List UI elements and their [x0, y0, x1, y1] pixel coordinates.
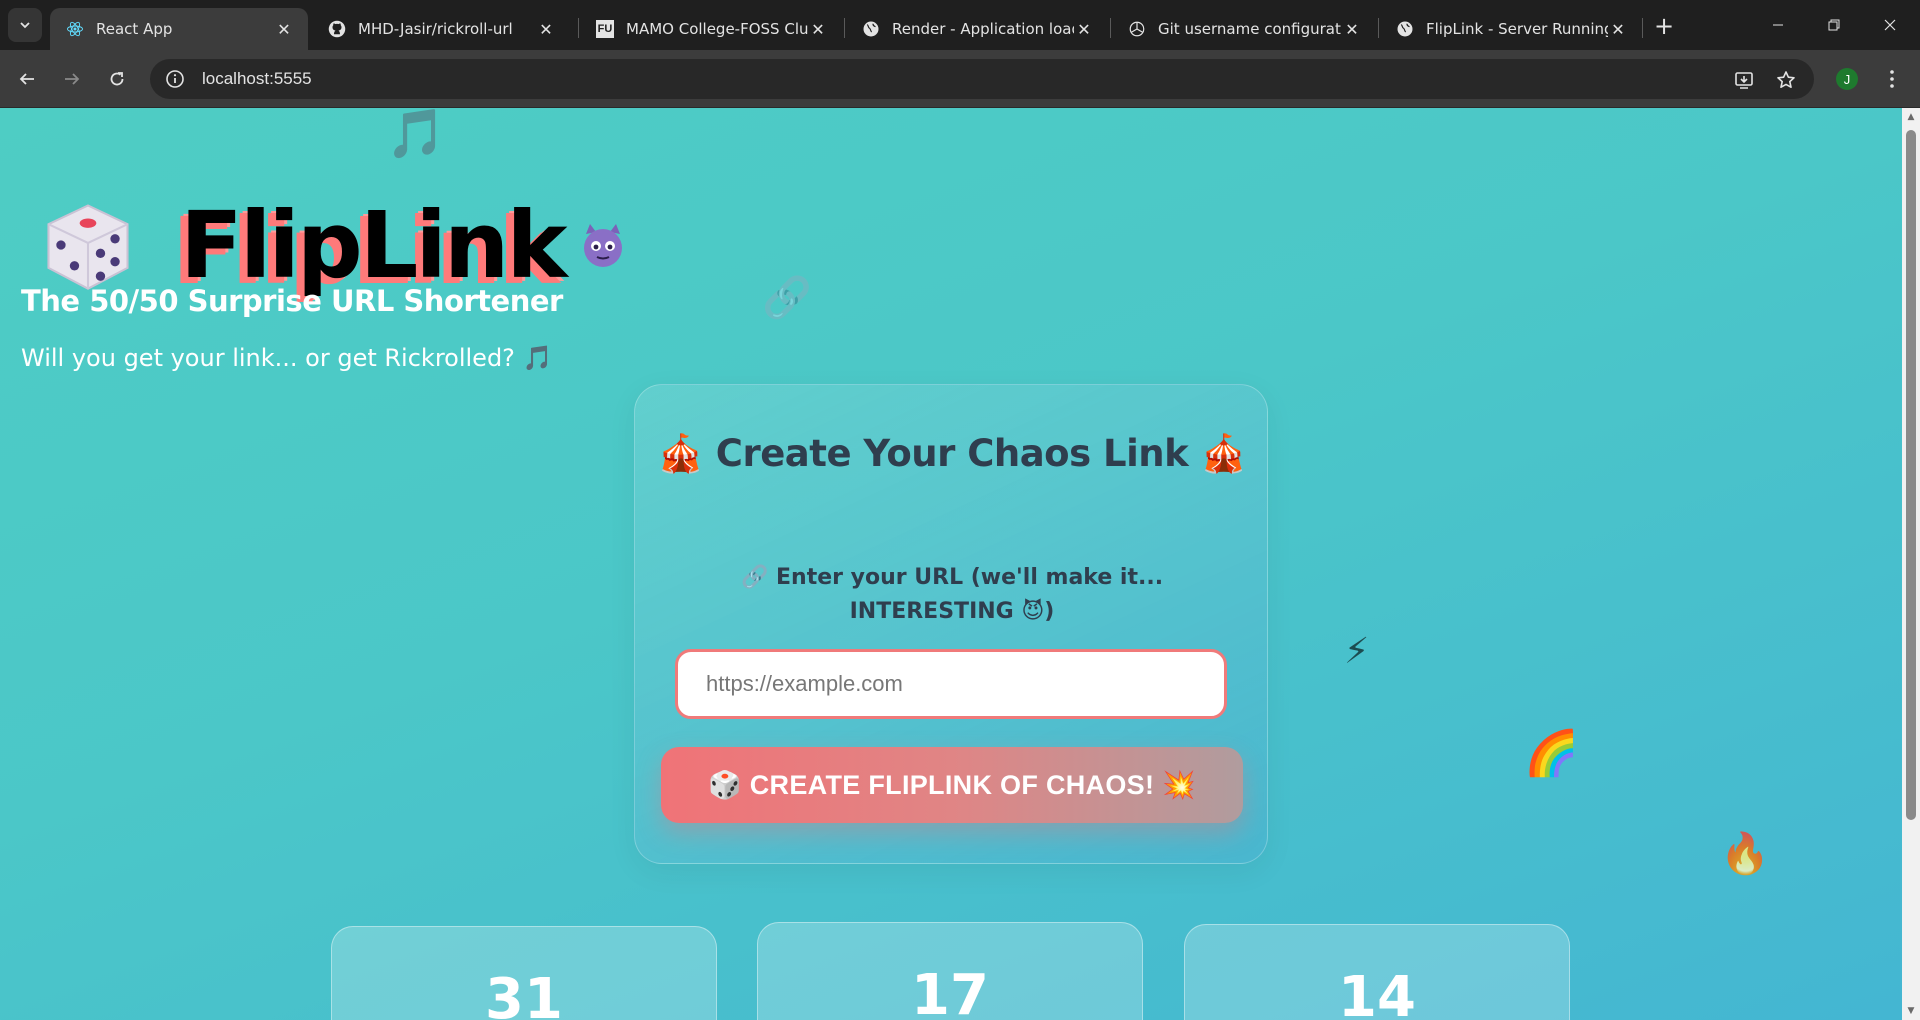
minimize-icon — [1773, 24, 1783, 26]
create-fliplink-button[interactable]: 🎲 CREATE FLIPLINK OF CHAOS! 💥 — [661, 747, 1243, 823]
tab-title: MHD-Jasir/rickroll-url — [358, 20, 513, 38]
tab-react-app[interactable]: React App ✕ — [50, 8, 308, 50]
dice-icon — [47, 204, 129, 290]
tab-separator — [1110, 18, 1111, 38]
browser-tab-strip: React App ✕ MHD-Jasir/rickroll-url ✕ FU … — [0, 0, 1920, 50]
close-window-button[interactable] — [1862, 0, 1918, 50]
stat-value: 31 — [485, 967, 563, 1020]
tab-search-button[interactable] — [8, 8, 42, 42]
openai-icon — [1128, 20, 1146, 38]
site-info-icon[interactable] — [164, 68, 186, 90]
url-input[interactable] — [675, 649, 1227, 719]
address-bar[interactable]: localhost:5555 — [150, 59, 1814, 99]
install-app-icon[interactable] — [1730, 66, 1758, 94]
close-icon[interactable]: ✕ — [274, 19, 294, 39]
stat-card-2: 17 — [757, 922, 1143, 1020]
reload-icon — [110, 72, 124, 86]
floating-emoji-lightning: ⚡ — [1344, 631, 1370, 672]
floating-emoji-music: 🎵 — [386, 108, 446, 162]
close-icon[interactable]: ✕ — [1342, 19, 1362, 39]
tab-git-config[interactable]: Git username configuration ✕ — [1112, 8, 1376, 50]
url-text: localhost:5555 — [202, 69, 312, 88]
tab-title: FlipLink - Server Running — [1426, 20, 1608, 38]
github-icon — [328, 20, 346, 38]
back-button[interactable] — [9, 61, 45, 97]
globe-icon — [1396, 20, 1414, 38]
arrow-right-icon — [65, 73, 80, 85]
bookmark-star-icon[interactable] — [1772, 66, 1800, 94]
floating-emoji-fire: 🔥 — [1720, 831, 1770, 877]
subline: Will you get your link... or get Rickrol… — [21, 344, 553, 372]
reload-button[interactable] — [99, 61, 135, 97]
forward-button[interactable] — [54, 61, 90, 97]
scroll-down-arrow-icon[interactable]: ▼ — [1906, 1006, 1916, 1016]
tab-separator — [578, 18, 579, 38]
chevron-down-icon — [20, 22, 30, 29]
page-viewport: 🎵 🔗 ⚡ 🌈 🔥 FlipLink The 50/50 Surprise UR… — [0, 108, 1902, 1020]
close-icon — [1884, 19, 1896, 31]
floating-emoji-rainbow: 🌈 — [1524, 728, 1579, 779]
tab-github[interactable]: MHD-Jasir/rickroll-url ✕ — [312, 8, 570, 50]
stat-card-1: 31 — [331, 926, 717, 1020]
new-tab-button[interactable]: + — [1650, 12, 1678, 40]
close-icon[interactable]: ✕ — [808, 19, 828, 39]
tab-separator — [1642, 18, 1643, 38]
close-icon[interactable]: ✕ — [536, 19, 556, 39]
browser-menu-button[interactable] — [1878, 64, 1906, 94]
page-scrollbar[interactable]: ▲ ▼ — [1902, 108, 1920, 1020]
tagline: The 50/50 Surprise URL Shortener — [21, 284, 563, 318]
close-icon[interactable]: ✕ — [1074, 19, 1094, 39]
scrollbar-thumb[interactable] — [1906, 130, 1916, 820]
restore-button[interactable] — [1806, 0, 1862, 50]
floating-emoji-link: 🔗 — [762, 275, 812, 321]
tab-separator — [844, 18, 845, 38]
plus-icon: + — [1653, 12, 1675, 40]
stat-value: 14 — [1338, 965, 1416, 1020]
profile-avatar[interactable]: J — [1836, 68, 1858, 90]
browser-toolbar: localhost:5555 — [0, 50, 1920, 108]
tab-mamo-foss[interactable]: FU MAMO College-FOSS Club ✕ — [580, 8, 842, 50]
react-icon — [66, 20, 84, 38]
tab-separator — [1378, 18, 1379, 38]
globe-icon — [862, 20, 880, 38]
arrow-left-icon — [19, 73, 34, 85]
tab-title: MAMO College-FOSS Club — [626, 20, 808, 38]
scroll-up-arrow-icon[interactable]: ▲ — [1906, 112, 1916, 122]
fu-logo-icon: FU — [596, 20, 614, 38]
more-vertical-icon — [1890, 70, 1894, 88]
card-title: 🎪 Create Your Chaos Link 🎪 — [657, 432, 1247, 475]
tab-render[interactable]: Render - Application loadin ✕ — [846, 8, 1108, 50]
restore-icon — [1828, 19, 1840, 31]
tab-title: Git username configuration — [1158, 20, 1342, 38]
devil-face-icon — [584, 224, 622, 267]
create-link-card: 🎪 Create Your Chaos Link 🎪 🔗 Enter your … — [634, 384, 1268, 864]
tab-title: Render - Application loadin — [892, 20, 1074, 38]
minimize-button[interactable] — [1750, 0, 1806, 50]
stat-value: 17 — [911, 963, 989, 1020]
logo-text: FlipLink — [180, 191, 568, 299]
stat-card-3: 14 — [1184, 924, 1570, 1020]
tab-title: React App — [96, 20, 173, 38]
url-label: 🔗 Enter your URL (we'll make it... INTER… — [740, 565, 1164, 624]
close-icon[interactable]: ✕ — [1608, 19, 1628, 39]
tab-fliplink-server[interactable]: FlipLink - Server Running ✕ — [1380, 8, 1642, 50]
